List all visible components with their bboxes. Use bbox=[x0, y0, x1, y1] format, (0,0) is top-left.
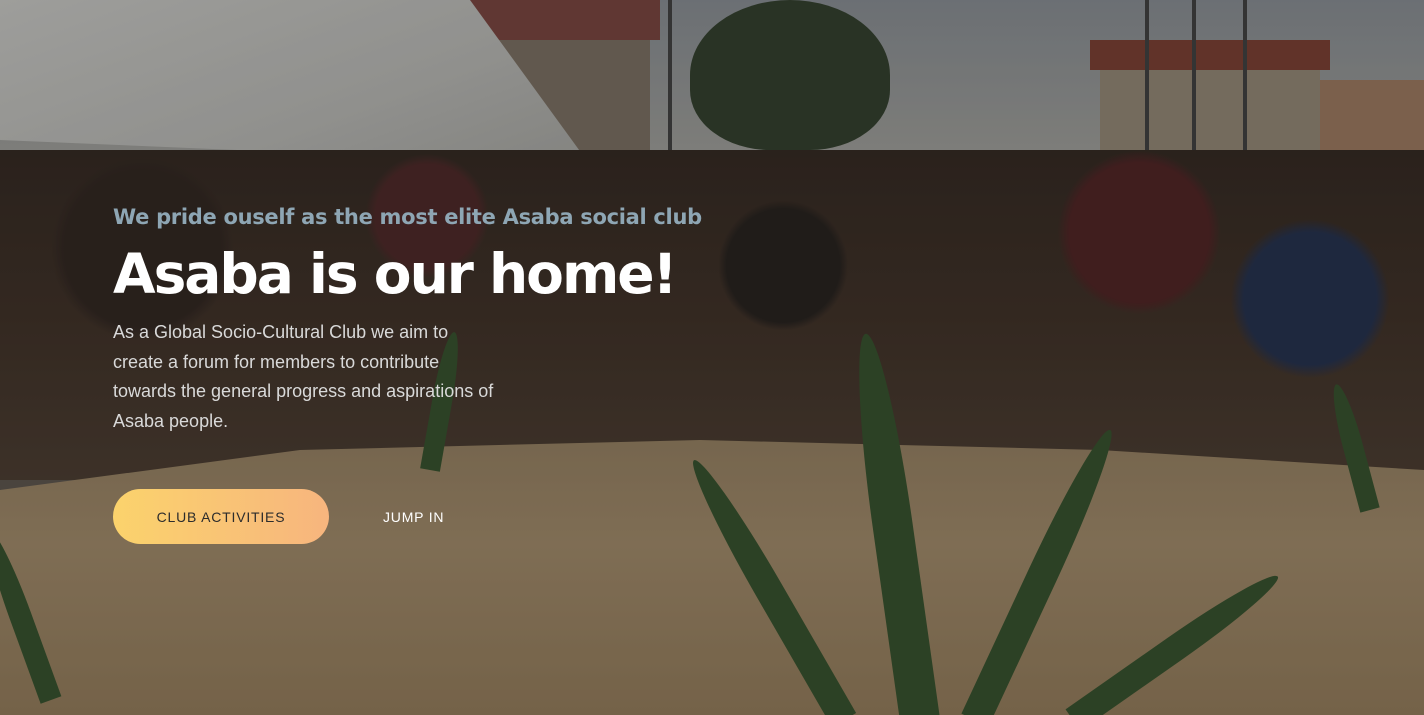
hero-tagline: We pride ouself as the most elite Asaba … bbox=[113, 205, 702, 229]
hero-description: As a Global Socio-Cultural Club we aim t… bbox=[113, 322, 494, 431]
hero-section: We pride ouself as the most elite Asaba … bbox=[0, 0, 1424, 715]
hero-headline: Asaba is our home! bbox=[113, 242, 678, 306]
hero-actions: CLUB ACTIVITIES JUMP IN bbox=[113, 489, 444, 544]
hero-content: We pride ouself as the most elite Asaba … bbox=[113, 205, 753, 436]
club-activities-button[interactable]: CLUB ACTIVITIES bbox=[113, 489, 329, 544]
jump-in-button[interactable]: JUMP IN bbox=[383, 509, 444, 525]
